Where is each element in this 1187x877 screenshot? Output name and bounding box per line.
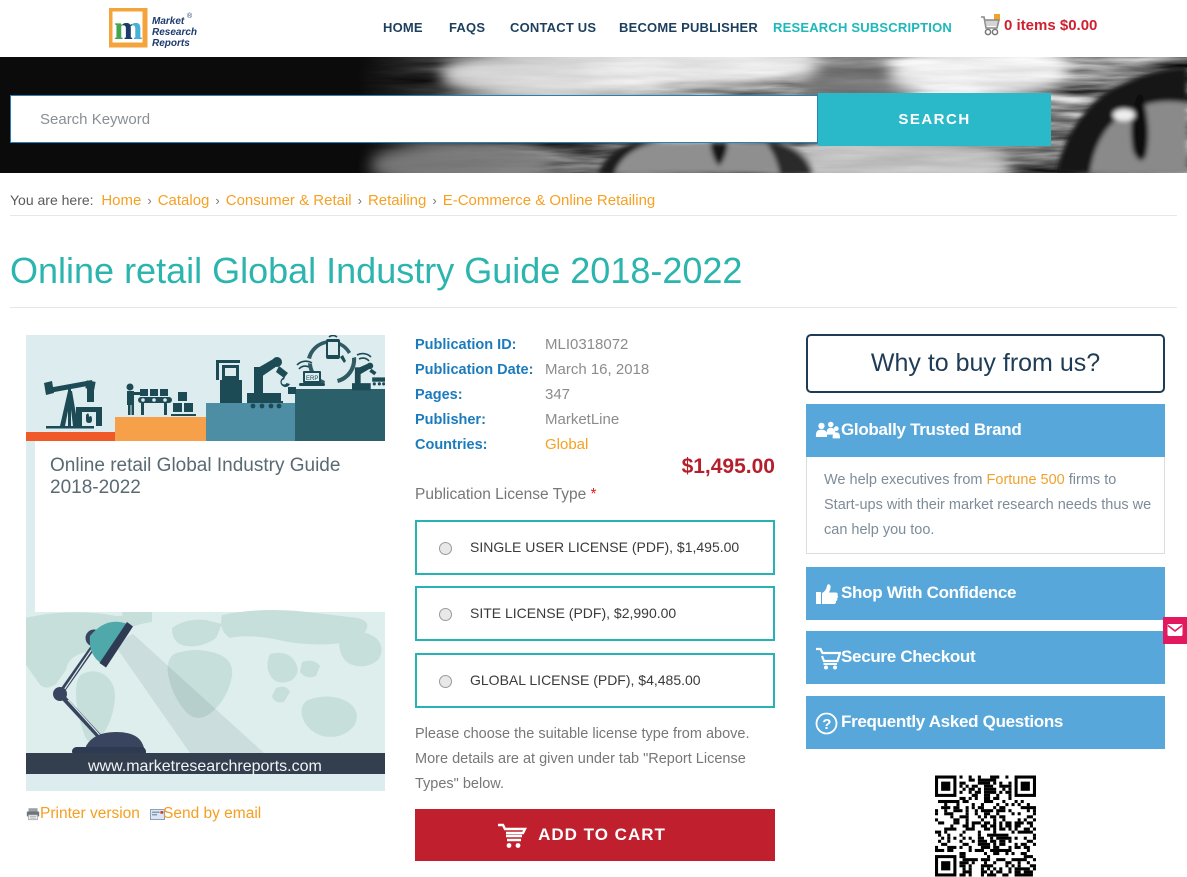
svg-text:2018-2022: 2018-2022	[50, 477, 141, 498]
svg-text:Online retail Global Industry: Online retail Global Industry Guide	[50, 455, 340, 476]
svg-text:Reports: Reports	[152, 38, 190, 49]
svg-text:Research: Research	[152, 27, 197, 38]
svg-text:?: ?	[822, 716, 831, 733]
svg-text:®: ®	[187, 12, 193, 20]
svg-text:www.marketresearchreports.com: www.marketresearchreports.com	[87, 758, 322, 775]
svg-text:ERP: ERP	[306, 376, 318, 382]
svg-text:Market: Market	[152, 16, 185, 27]
